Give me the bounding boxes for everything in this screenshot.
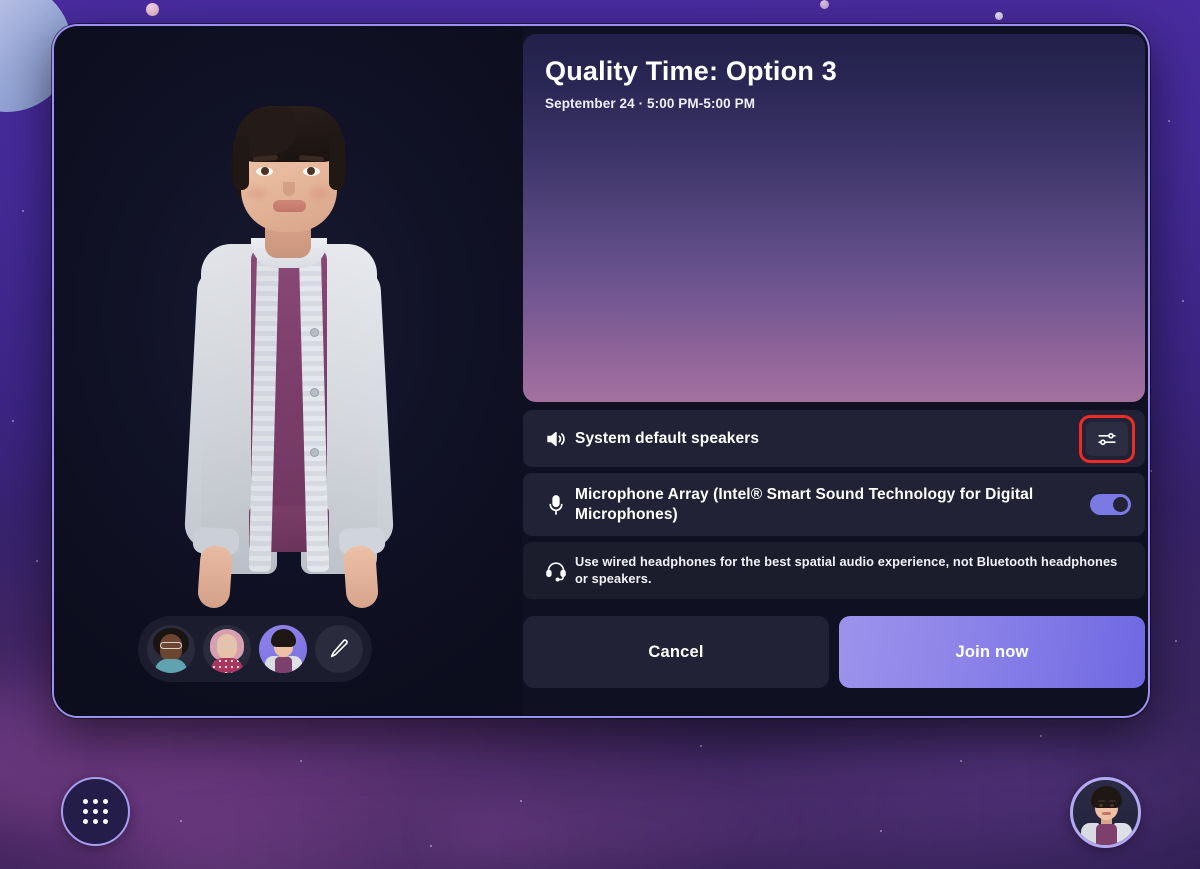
microphone-device-row[interactable]: Microphone Array (Intel® Smart Sound Tec… — [523, 473, 1145, 536]
moon-icon — [995, 12, 1003, 20]
grid-dots-icon — [83, 799, 88, 804]
moon-icon — [820, 0, 829, 9]
speaker-settings-button[interactable] — [1086, 421, 1128, 456]
app-root: Quality Time: Option 3 September 24 · 5:… — [0, 0, 1200, 869]
microphone-toggle[interactable] — [1090, 494, 1131, 515]
microphone-device-label: Microphone Array (Intel® Smart Sound Tec… — [575, 485, 1034, 523]
nebula-streak — [118, 781, 822, 869]
avatar-picker — [138, 616, 372, 682]
page-title: Quality Time: Option 3 — [545, 56, 837, 86]
speaker-device-row[interactable]: System default speakers — [523, 410, 1145, 467]
microphone-icon — [537, 493, 575, 517]
speaker-icon — [537, 427, 575, 451]
apps-grid-button[interactable] — [61, 777, 130, 846]
join-meeting-dialog: Quality Time: Option 3 September 24 · 5:… — [52, 24, 1150, 718]
dialog-actions: Cancel Join now — [523, 616, 1145, 688]
avatar-figure — [153, 88, 423, 648]
moon-icon — [146, 3, 159, 16]
user-avatar-button[interactable] — [1070, 777, 1141, 848]
speaker-device-label: System default speakers — [575, 429, 760, 447]
avatar-option-2[interactable] — [203, 625, 251, 673]
pencil-icon — [327, 637, 351, 661]
edit-avatar-button[interactable] — [315, 625, 363, 673]
toggle-knob — [1113, 497, 1128, 512]
cancel-button[interactable]: Cancel — [523, 616, 829, 688]
meeting-preview: Quality Time: Option 3 September 24 · 5:… — [523, 34, 1145, 402]
spatial-audio-hint: Use wired headphones for the best spatia… — [523, 542, 1145, 599]
headset-icon — [537, 559, 575, 583]
meeting-panel: Quality Time: Option 3 September 24 · 5:… — [522, 26, 1148, 716]
avatar-option-1[interactable] — [147, 625, 195, 673]
meeting-schedule: September 24 · 5:00 PM-5:00 PM — [545, 96, 756, 112]
sliders-icon — [1096, 428, 1118, 450]
avatar-option-3[interactable] — [259, 625, 307, 673]
avatar-preview-stage — [54, 26, 522, 716]
join-now-button[interactable]: Join now — [839, 616, 1145, 688]
spatial-audio-hint-text: Use wired headphones for the best spatia… — [575, 553, 1118, 586]
speaker-settings-highlight — [1079, 414, 1135, 463]
